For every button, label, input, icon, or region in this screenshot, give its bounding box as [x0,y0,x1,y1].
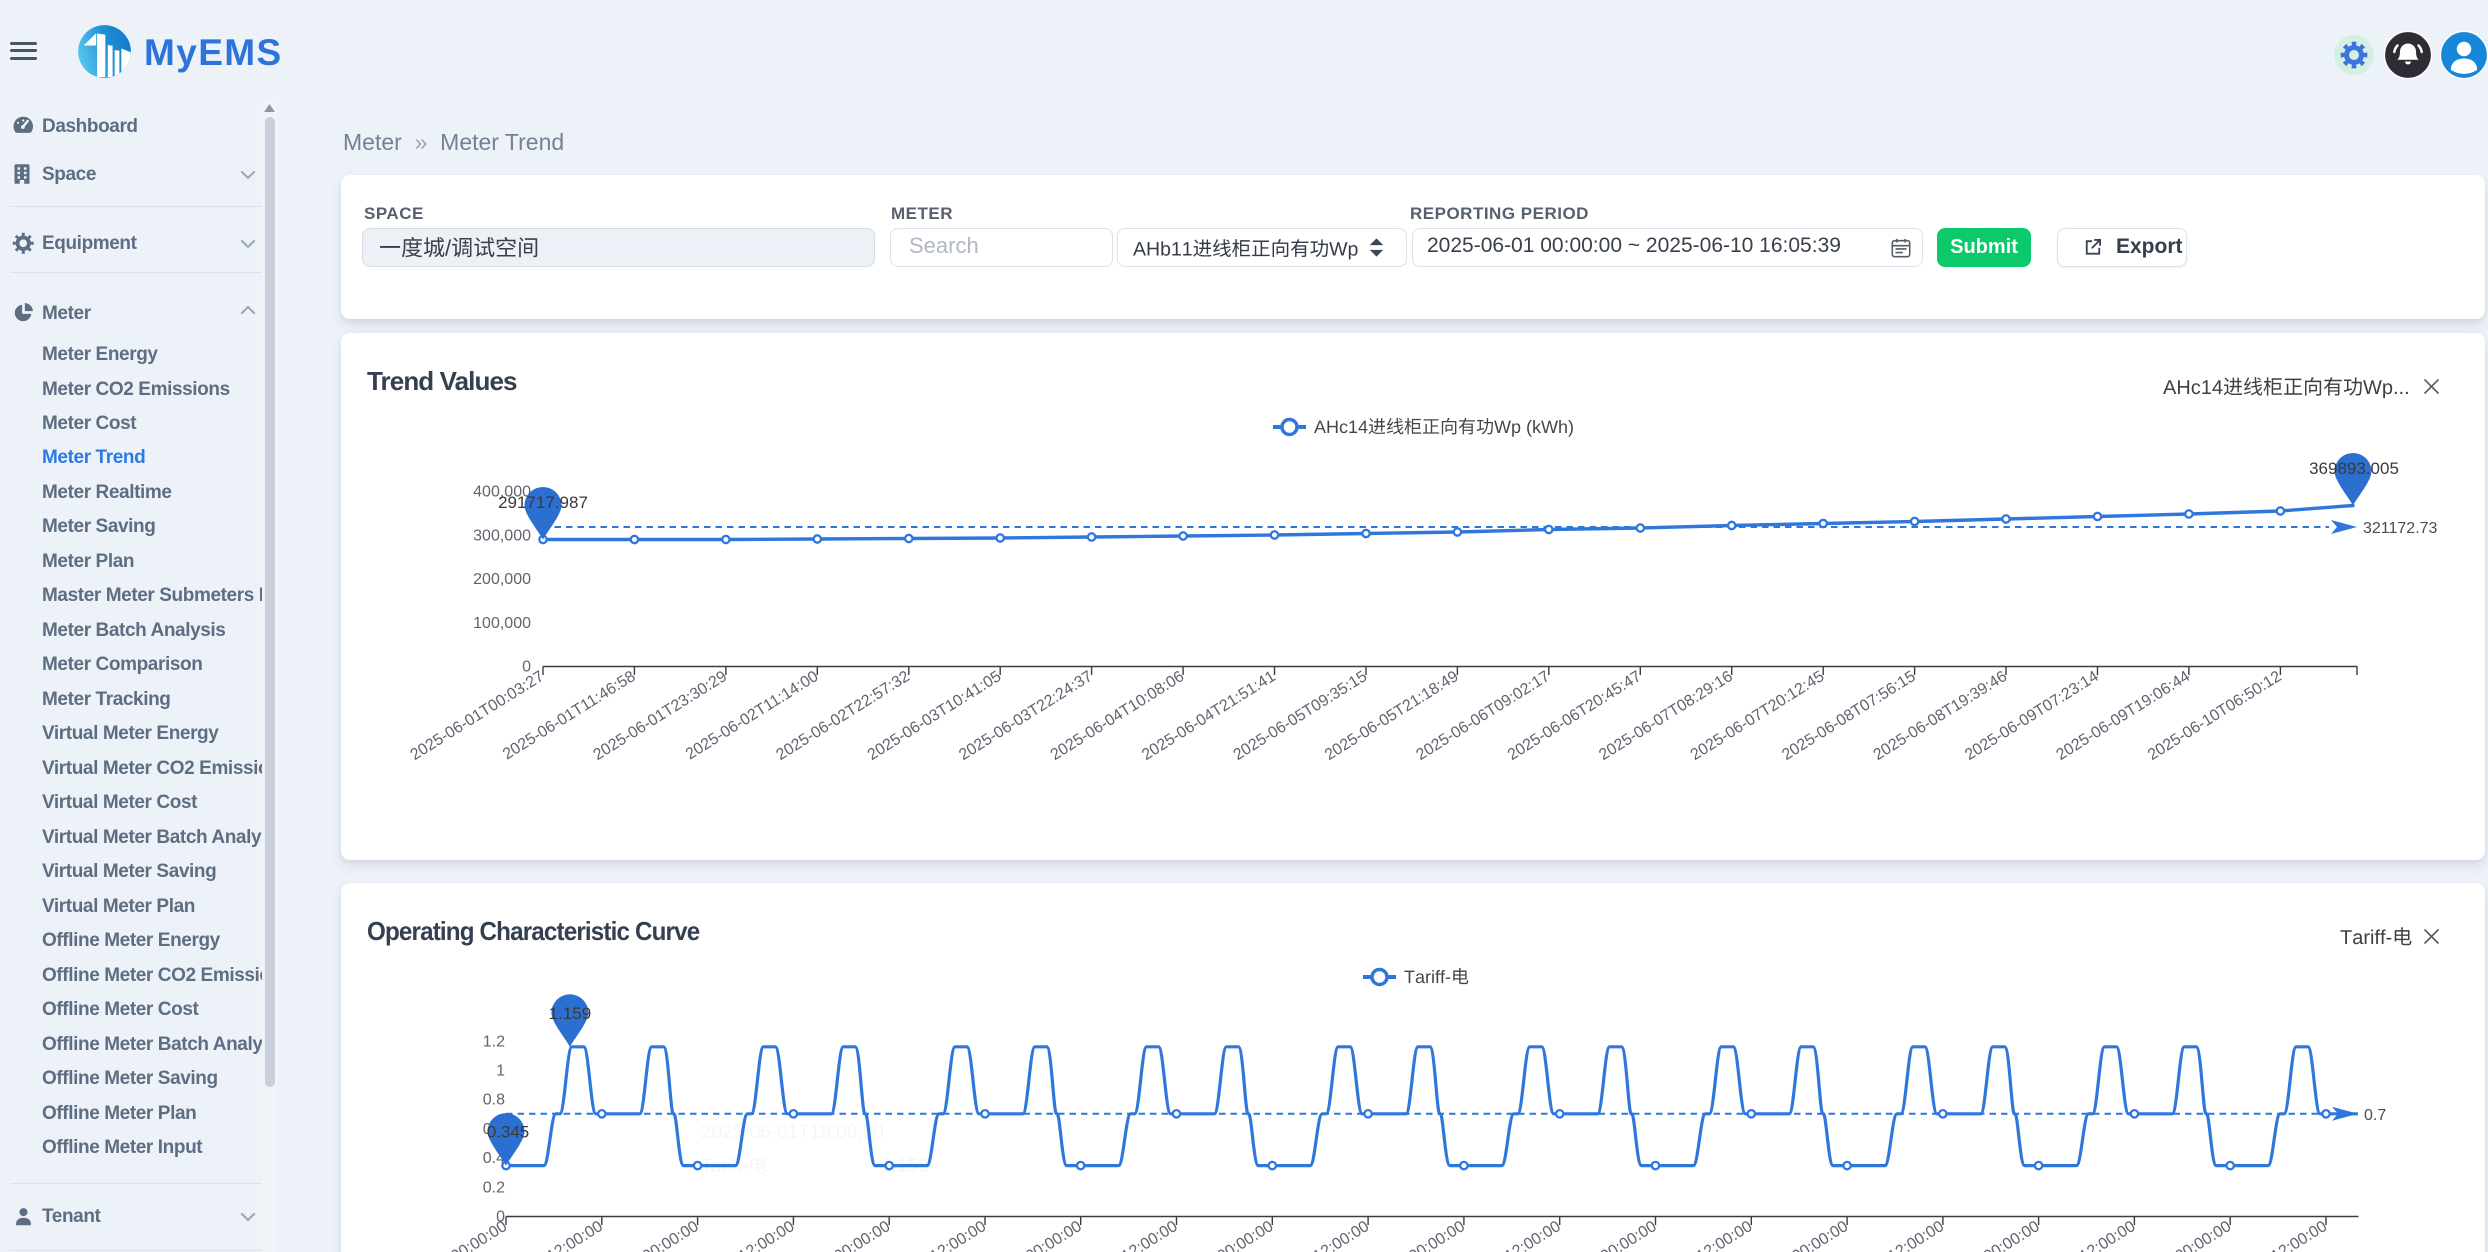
svg-text:00:00:00: 00:00:00 [448,1218,510,1252]
svg-text:0.2: 0.2 [483,1179,505,1196]
svg-text:12:00:00: 12:00:00 [2077,1218,2139,1252]
svg-text:00:00:00: 00:00:00 [2172,1218,2234,1252]
svg-text:200,000: 200,000 [473,571,531,588]
svg-text:100,000: 100,000 [473,615,531,632]
svg-text:12:00:00: 12:00:00 [2268,1218,2330,1252]
svg-text:1: 1 [496,1063,505,1080]
svg-text:00:00:00: 00:00:00 [1981,1218,2043,1252]
svg-text:300,000: 300,000 [473,527,531,544]
svg-text:12:00:00: 12:00:00 [544,1218,606,1252]
svg-text:12:00:00: 12:00:00 [1502,1218,1564,1252]
svg-text:12:00:00: 12:00:00 [1885,1218,1947,1252]
svg-text:12:00:00: 12:00:00 [1310,1218,1372,1252]
svg-text:00:00:00: 00:00:00 [1598,1218,1660,1252]
svg-text:1.2: 1.2 [483,1033,505,1050]
svg-text:12:00:00: 12:00:00 [1694,1218,1756,1252]
svg-text:12:00:00: 12:00:00 [1119,1218,1181,1252]
svg-text:0.8: 0.8 [483,1092,505,1109]
svg-text:369893.005: 369893.005 [2309,459,2399,478]
svg-text:12:00:00: 12:00:00 [927,1218,989,1252]
svg-text:12:00:00: 12:00:00 [736,1218,798,1252]
svg-text:1.159: 1.159 [549,1004,592,1023]
svg-text:00:00:00: 00:00:00 [1023,1218,1085,1252]
svg-text:00:00:00: 00:00:00 [1215,1218,1277,1252]
svg-text:321172.73: 321172.73 [2363,520,2438,537]
svg-text:00:00:00: 00:00:00 [1789,1218,1851,1252]
svg-text:291717.987: 291717.987 [498,493,588,512]
svg-text:2025-06-01T18:00:00: 2025-06-01T18:00:00 [701,1122,884,1143]
svg-text:00:00:00: 00:00:00 [1406,1218,1468,1252]
svg-text:00:00:00: 00:00:00 [831,1218,893,1252]
svg-text:1.159: 1.159 [881,1156,929,1177]
svg-text:Tariff-电: Tariff-电 [701,1155,767,1177]
svg-text:0.345: 0.345 [487,1123,530,1142]
svg-text:0.7: 0.7 [2364,1107,2386,1124]
svg-text:00:00:00: 00:00:00 [640,1218,702,1252]
